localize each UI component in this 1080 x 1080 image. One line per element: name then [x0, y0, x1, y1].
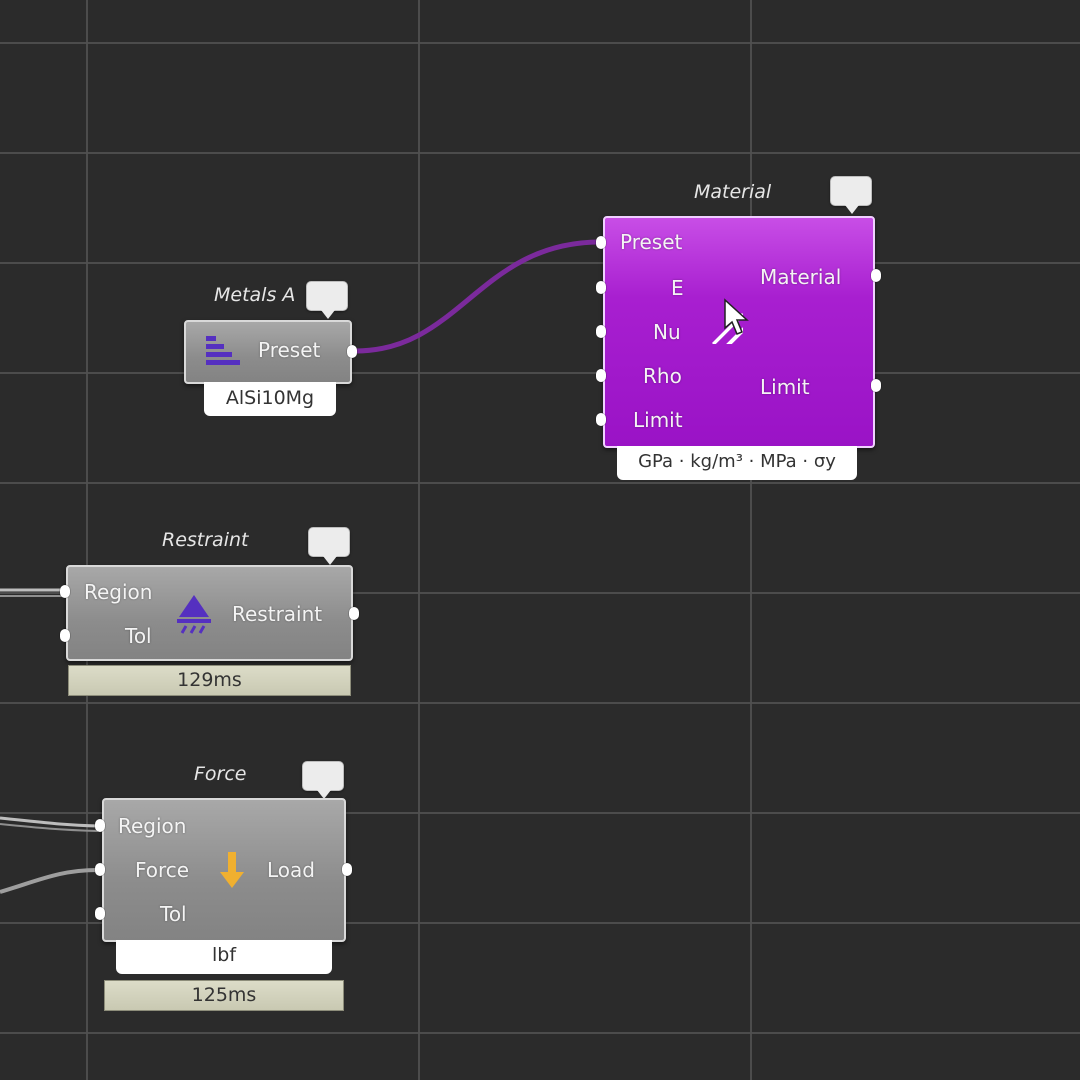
units-panel: GPa · kg/m³ · MPa · σy — [617, 446, 857, 480]
input-label-tol: Tol — [160, 902, 187, 926]
output-port-limit[interactable] — [871, 379, 881, 392]
output-port-restraint[interactable] — [349, 607, 359, 620]
input-port-region[interactable] — [60, 585, 70, 598]
node-title: Material — [694, 181, 772, 203]
input-port-preset[interactable] — [596, 236, 606, 249]
material-node-body[interactable]: Preset E Nu Rho Limit Material Limit — [603, 216, 875, 448]
node-title: Force — [194, 763, 247, 785]
input-port-tol[interactable] — [95, 907, 105, 920]
input-label-nu: Nu — [653, 320, 681, 344]
output-port-load[interactable] — [342, 863, 352, 876]
input-port-region[interactable] — [95, 819, 105, 832]
input-port-tol[interactable] — [60, 629, 70, 642]
node-title: Metals A — [214, 284, 296, 306]
restraint-node-body[interactable]: Region Tol Restraint — [66, 565, 353, 661]
force-node-body[interactable]: Region Force Tol Load — [102, 798, 346, 942]
input-port-limit[interactable] — [596, 413, 606, 426]
input-label-rho: Rho — [643, 364, 682, 388]
metals-node-body[interactable]: Preset — [184, 320, 352, 384]
input-label-limit: Limit — [633, 408, 683, 432]
output-label-preset: Preset — [258, 338, 321, 362]
comment-bubble-icon[interactable] — [308, 527, 350, 565]
input-label-tol: Tol — [125, 624, 152, 648]
comment-bubble-icon[interactable] — [306, 281, 348, 319]
input-port-rho[interactable] — [596, 369, 606, 382]
input-port-force[interactable] — [95, 863, 105, 876]
comment-bubble-icon[interactable] — [302, 761, 344, 799]
input-port-e[interactable] — [596, 281, 606, 294]
comment-bubble-icon[interactable] — [830, 176, 872, 214]
output-label-load: Load — [267, 858, 315, 882]
restraint-triangle-icon — [177, 595, 211, 634]
output-label-material: Material — [760, 265, 842, 289]
output-port-material[interactable] — [871, 269, 881, 282]
input-label-region: Region — [84, 580, 153, 604]
input-label-preset: Preset — [620, 230, 683, 254]
value-panel: AlSi10Mg — [204, 382, 336, 416]
input-label-force: Force — [135, 858, 190, 882]
input-label-e: E — [671, 276, 684, 300]
timer-badge: 125ms — [104, 980, 344, 1011]
output-label-limit: Limit — [760, 375, 810, 399]
timer-badge: 129ms — [68, 665, 351, 696]
output-label-restraint: Restraint — [232, 602, 323, 626]
cursor-pointer-icon — [724, 298, 749, 335]
down-arrow-icon — [220, 852, 244, 888]
node-title: Restraint — [162, 529, 249, 551]
input-port-nu[interactable] — [596, 325, 606, 338]
output-port-preset[interactable] — [347, 345, 357, 358]
stacked-bars-icon — [206, 336, 240, 365]
input-label-region: Region — [118, 814, 187, 838]
units-panel: lbf — [116, 940, 332, 974]
